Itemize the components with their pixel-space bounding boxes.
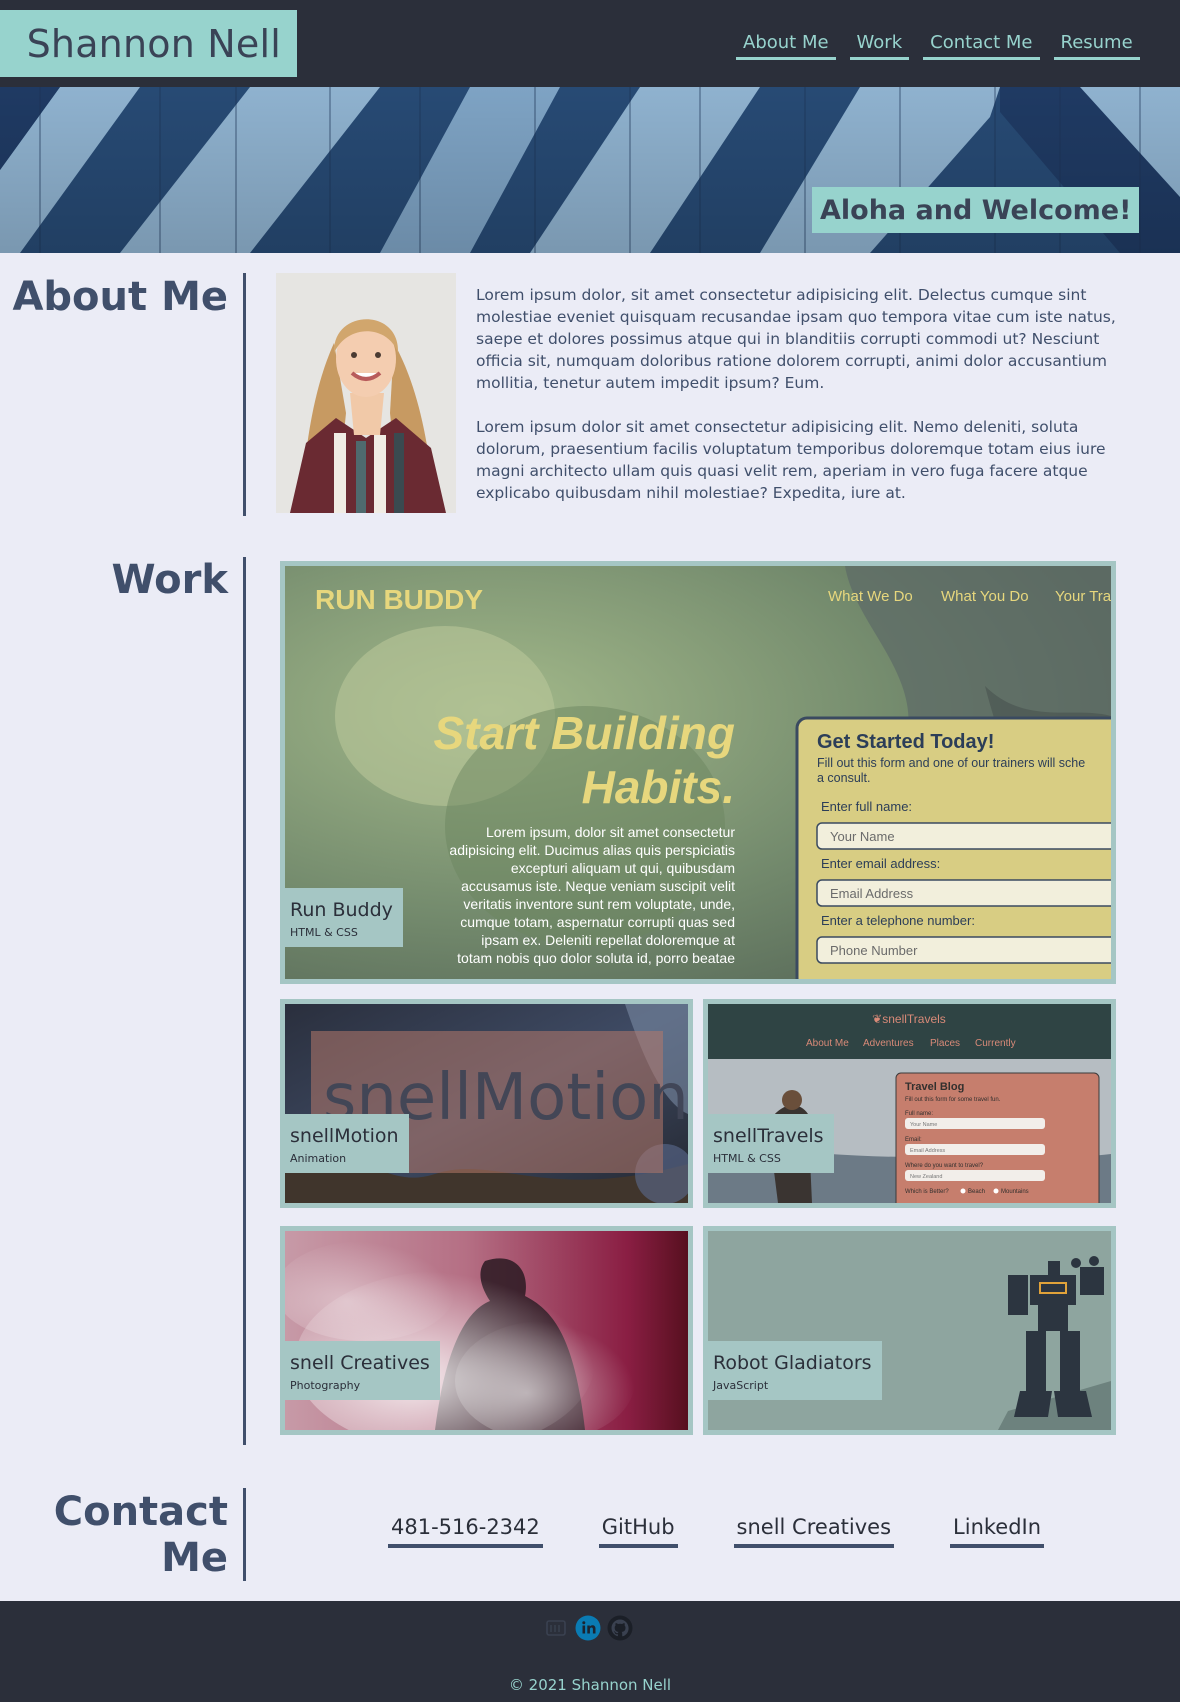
- project-tech: Photography: [290, 1379, 361, 1392]
- brand-name[interactable]: Shannon Nell: [27, 22, 281, 66]
- about-title: About Me: [12, 274, 228, 320]
- rb-label-phone: Enter a telephone number:: [821, 913, 975, 928]
- rb-body-line: Lorem ipsum, dolor sit amet consectetur: [486, 824, 735, 840]
- rb-headline-1: Start Building: [433, 707, 735, 759]
- rb-nav-2: What You Do: [941, 588, 1029, 605]
- nav-link-about-me[interactable]: About Me: [736, 31, 836, 60]
- st-nav: Adventures: [863, 1038, 914, 1049]
- snelltravels-label[interactable]: snellTravels HTML & CSS: [708, 1114, 834, 1173]
- st-label: Where do you want to travel?: [905, 1163, 984, 1169]
- contact-title-line-2: Me: [161, 1535, 228, 1581]
- snellmotion-screenshot: snellMotion snellMotion Animation: [285, 1004, 688, 1203]
- rb-form-title: Get Started Today!: [817, 731, 994, 753]
- site-header: Shannon Nell About Me Work Contact Me Re…: [0, 0, 1180, 87]
- github-icon[interactable]: [607, 1615, 633, 1641]
- project-tech: HTML & CSS: [290, 926, 358, 939]
- st-placeholder: New Zealand: [910, 1174, 942, 1180]
- rb-body-line: accusamus iste. Neque veniam suscipit ve…: [461, 878, 735, 894]
- project-card-run-buddy[interactable]: RUN BUDDY What We Do What You Do Your Tr…: [280, 561, 1116, 984]
- contact-title: Contact Me: [54, 1489, 228, 1581]
- rb-nav-3: Your Tra: [1055, 588, 1111, 605]
- st-form-title: Travel Blog: [905, 1081, 964, 1093]
- st-nav: About Me: [806, 1038, 849, 1049]
- robot-gladiators-screenshot: Robot Gladiators JavaScript: [708, 1231, 1111, 1430]
- rb-body-line: adipisicing elit. Ducimus alias quis per…: [449, 842, 735, 858]
- welcome-badge: Aloha and Welcome!: [812, 187, 1140, 233]
- rb-placeholder-email: Email Address: [830, 886, 914, 901]
- rb-body-line: excepturi aliquam ut qui, quibusdam: [511, 860, 735, 876]
- linkedin-icon[interactable]: [575, 1615, 601, 1641]
- main-nav: About Me Work Contact Me Resume: [736, 31, 1140, 60]
- work-title: Work: [111, 557, 228, 603]
- project-card-robot-gladiators[interactable]: Robot Gladiators JavaScript: [703, 1226, 1116, 1435]
- rb-placeholder-name: Your Name: [830, 829, 895, 844]
- about-paragraph-2: Lorem ipsum dolor sit amet consectetur a…: [476, 418, 1106, 502]
- st-radio: Beach: [968, 1189, 985, 1195]
- st-placeholder: Your Name: [910, 1122, 937, 1128]
- site-footer: © 2021 Shannon Nell: [0, 1601, 1180, 1702]
- project-name[interactable]: snell Creatives: [290, 1351, 430, 1375]
- brand-logo[interactable]: Shannon Nell: [0, 10, 297, 77]
- st-nav: Currently: [975, 1038, 1016, 1049]
- project-tech: Animation: [290, 1152, 347, 1165]
- contact-snell-creatives-link[interactable]: snell Creatives: [733, 1513, 895, 1548]
- rb-body-line: totam nobis quo dolor soluta id, porro b…: [457, 950, 735, 966]
- project-name[interactable]: Run Buddy: [290, 898, 393, 922]
- st-form-sub: Fill out this form for some travel fun.: [905, 1097, 1001, 1103]
- project-tech: JavaScript: [713, 1379, 769, 1392]
- contact-links: 481-516-2342 GitHub snell Creatives Link…: [388, 1513, 1045, 1548]
- robot-gladiators-label[interactable]: Robot Gladiators JavaScript: [708, 1341, 882, 1400]
- st-nav: Places: [930, 1038, 960, 1049]
- st-radio: Mountains: [1001, 1189, 1029, 1195]
- profile-photo: [276, 273, 456, 513]
- rb-form-sub-1: Fill out this form and one of our traine…: [817, 756, 1085, 770]
- copyright-text: © 2021 Shannon Nell: [508, 1676, 672, 1694]
- nav-link-contact-me[interactable]: Contact Me: [923, 31, 1040, 60]
- st-placeholder: Email Address: [910, 1148, 945, 1154]
- project-name[interactable]: snellTravels: [713, 1124, 824, 1148]
- nav-link-work[interactable]: Work: [849, 31, 910, 60]
- about-divider: [243, 273, 246, 516]
- work-divider: [243, 557, 246, 1445]
- st-label: Which is Better?: [905, 1189, 949, 1195]
- about-paragraph-1: Lorem ipsum dolor, sit amet consectetur …: [476, 286, 1116, 392]
- contact-divider: [243, 1488, 246, 1581]
- rb-label-email: Enter email address:: [821, 856, 940, 871]
- project-name[interactable]: Robot Gladiators: [713, 1351, 872, 1375]
- st-brand: ❦snellTravels: [872, 1012, 946, 1026]
- contact-phone-link[interactable]: 481-516-2342: [388, 1513, 543, 1548]
- rb-placeholder-phone: Phone Number: [830, 943, 918, 958]
- rb-body-line: cumque totam, aspernatur corrupti quas s…: [460, 914, 735, 930]
- snelltravels-screenshot: ❦snellTravels About Me Adventures Places…: [708, 1004, 1111, 1203]
- footer-social-icons: [543, 1615, 633, 1641]
- st-label: Email:: [905, 1137, 922, 1143]
- hero-banner: Aloha and Welcome!: [0, 87, 1180, 253]
- project-card-snellmotion[interactable]: snellMotion snellMotion Animation: [280, 999, 693, 1208]
- run-buddy-label[interactable]: Run Buddy HTML & CSS: [285, 888, 403, 947]
- rb-body-line: ipsam ex. Deleniti repellat doloremque a…: [481, 932, 735, 948]
- contact-linkedin-link[interactable]: LinkedIn: [950, 1513, 1045, 1548]
- nav-link-resume[interactable]: Resume: [1053, 31, 1140, 60]
- run-buddy-screenshot: RUN BUDDY What We Do What You Do Your Tr…: [285, 566, 1111, 979]
- project-name[interactable]: snellMotion: [290, 1124, 399, 1148]
- snell-creatives-screenshot: snell Creatives Photography: [285, 1231, 688, 1430]
- contact-github-link[interactable]: GitHub: [598, 1513, 678, 1548]
- rb-headline-2: Habits.: [582, 761, 735, 813]
- project-card-snelltravels[interactable]: ❦snellTravels About Me Adventures Places…: [703, 999, 1116, 1208]
- snellmotion-label[interactable]: snellMotion Animation: [285, 1114, 409, 1173]
- snell-creatives-label[interactable]: snell Creatives Photography: [285, 1341, 440, 1400]
- welcome-text: Aloha and Welcome!: [820, 194, 1132, 226]
- about-text: Lorem ipsum dolor, sit amet consectetur …: [476, 284, 1121, 504]
- rb-form-sub-2: a consult.: [817, 771, 871, 785]
- rb-body-line: veritatis inventore sunt rem voluptate, …: [463, 896, 735, 912]
- rb-nav-1: What We Do: [828, 588, 913, 605]
- rb-label-name: Enter full name:: [821, 799, 912, 814]
- project-tech: HTML & CSS: [713, 1152, 781, 1165]
- project-card-snell-creatives[interactable]: snell Creatives Photography: [280, 1226, 693, 1435]
- contact-title-line-1: Contact: [53, 1489, 228, 1535]
- rb-logo: RUN BUDDY: [315, 584, 483, 615]
- snell-creatives-icon[interactable]: [543, 1615, 569, 1641]
- st-label: Full name:: [905, 1111, 933, 1117]
